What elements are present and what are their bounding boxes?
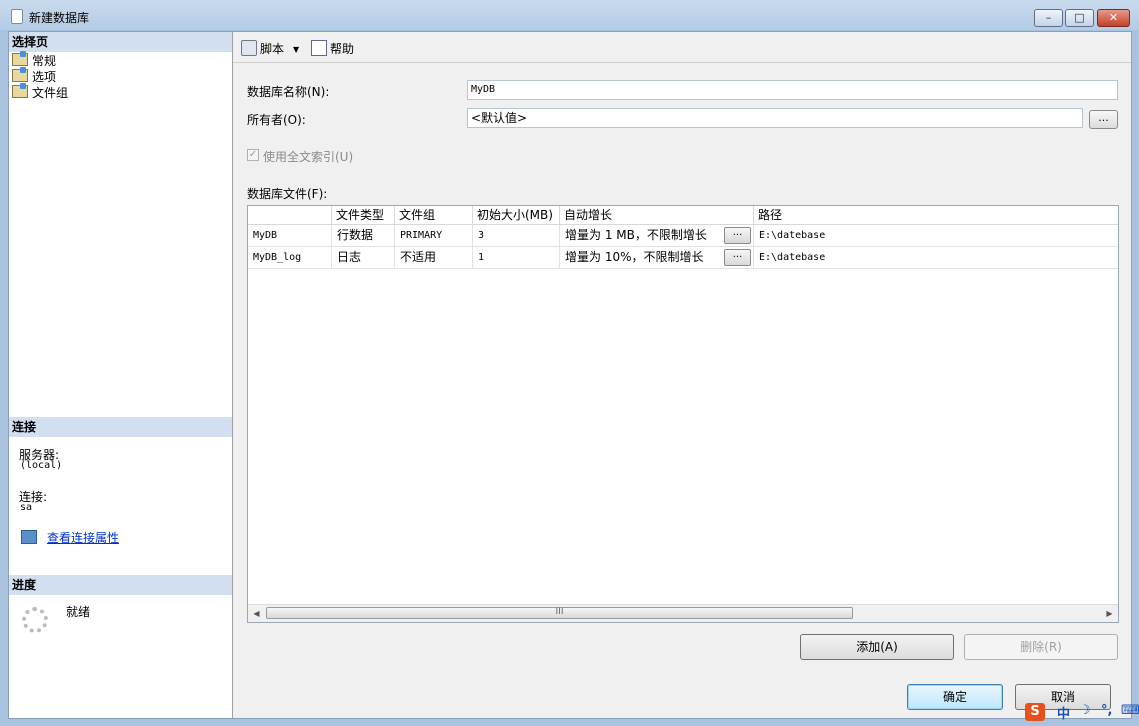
scroll-right-arrow-icon[interactable]: ▶: [1101, 605, 1118, 622]
col-header-path[interactable]: 路径: [754, 206, 1118, 224]
db-files-label: 数据库文件(F):: [247, 187, 328, 201]
scrollbar-thumb[interactable]: III: [266, 607, 853, 619]
connection-properties-icon: [21, 530, 37, 544]
keyboard-icon[interactable]: ⌨: [1121, 703, 1139, 718]
connection-value: sa: [20, 502, 33, 513]
cell-filegroup[interactable]: 不适用: [395, 247, 473, 268]
script-button[interactable]: 脚本 ▼: [241, 40, 299, 57]
script-icon: [241, 40, 257, 56]
cell-size[interactable]: 1: [473, 247, 560, 268]
server-value: (local): [20, 460, 63, 471]
dialog-body: 选择页 常规 选项 文件组 连接 服务器: (local) 连接: sa 查看连…: [8, 31, 1132, 719]
page-icon: [12, 67, 28, 82]
cell-type[interactable]: 行数据: [332, 225, 395, 246]
owner-label: 所有者(O):: [247, 113, 306, 127]
cell-name[interactable]: MyDB_log: [248, 247, 332, 268]
page-item-general[interactable]: 常规: [12, 51, 57, 69]
col-header-type[interactable]: 文件类型: [332, 206, 395, 224]
left-pane: 选择页 常规 选项 文件组 连接 服务器: (local) 连接: sa 查看连…: [9, 32, 233, 718]
select-page-header: 选择页: [9, 32, 232, 52]
add-button[interactable]: 添加(A): [800, 634, 954, 660]
cell-filegroup[interactable]: PRIMARY: [395, 225, 473, 246]
page-item-filegroups[interactable]: 文件组: [12, 83, 69, 101]
db-name-label: 数据库名称(N):: [247, 85, 330, 99]
ok-button[interactable]: 确定: [907, 684, 1003, 710]
punctuation-toggle[interactable]: °,: [1101, 703, 1112, 718]
script-label: 脚本: [260, 42, 285, 56]
progress-spinner-icon: [22, 607, 48, 633]
growth-text: 增量为 1 MB，不限制增长: [565, 228, 707, 242]
help-label: 帮助: [330, 42, 355, 56]
window-title: 新建数据库: [29, 11, 90, 25]
title-bar: 新建数据库 – □ ✕: [0, 0, 1139, 30]
growth-edit-button[interactable]: ...: [724, 227, 751, 244]
fulltext-label: 使用全文索引(U): [263, 150, 354, 164]
growth-edit-button[interactable]: ...: [724, 249, 751, 266]
help-icon: [311, 40, 327, 56]
cell-type[interactable]: 日志: [332, 247, 395, 268]
scroll-left-arrow-icon[interactable]: ◀: [248, 605, 265, 622]
progress-header: 进度: [9, 575, 232, 595]
progress-status: 就绪: [66, 605, 91, 619]
db-name-input[interactable]: MyDB: [467, 80, 1118, 100]
growth-text: 增量为 10%，不限制增长: [565, 250, 704, 264]
minimize-button[interactable]: –: [1034, 9, 1063, 27]
chevron-down-icon[interactable]: ▼: [293, 45, 299, 54]
owner-input[interactable]: <默认值>: [467, 108, 1083, 128]
fulltext-checkbox[interactable]: ✓: [247, 149, 259, 161]
col-header-size[interactable]: 初始大小(MB): [473, 206, 560, 224]
page-icon: [12, 83, 28, 98]
page-item-options[interactable]: 选项: [12, 67, 57, 85]
grid-header: 文件类型 文件组 初始大小(MB) 自动增长 路径: [248, 206, 1118, 225]
sogou-logo-icon[interactable]: S: [1025, 703, 1045, 721]
cell-path[interactable]: E:\datebase: [754, 247, 1118, 268]
view-connection-properties-link[interactable]: 查看连接属性: [47, 529, 119, 546]
cell-size[interactable]: 3: [473, 225, 560, 246]
horizontal-scrollbar[interactable]: ◀ III ▶: [248, 604, 1118, 622]
maximize-button[interactable]: □: [1065, 9, 1094, 27]
page-label: 选项: [32, 70, 57, 84]
cell-path[interactable]: E:\datebase: [754, 225, 1118, 246]
connection-header: 连接: [9, 417, 232, 437]
moon-icon[interactable]: ☽: [1079, 703, 1091, 718]
help-button[interactable]: 帮助: [311, 40, 354, 57]
col-header-name: [248, 206, 332, 224]
toolbar: 脚本 ▼ 帮助: [233, 32, 1131, 63]
page-label: 文件组: [32, 86, 69, 100]
col-header-growth[interactable]: 自动增长: [560, 206, 754, 224]
owner-browse-button[interactable]: ...: [1089, 110, 1118, 129]
cell-name[interactable]: MyDB: [248, 225, 332, 246]
remove-button[interactable]: 删除(R): [964, 634, 1118, 660]
page-icon: [12, 51, 28, 66]
page-label: 常规: [32, 54, 57, 68]
table-row[interactable]: MyDB_log 日志 不适用 1 增量为 10%，不限制增长 ... E:\d…: [248, 247, 1118, 269]
database-icon: [11, 9, 23, 24]
table-row[interactable]: MyDB 行数据 PRIMARY 3 增量为 1 MB，不限制增长 ... E:…: [248, 225, 1118, 247]
ime-language-toggle[interactable]: 中: [1057, 703, 1070, 722]
database-files-grid: 文件类型 文件组 初始大小(MB) 自动增长 路径 MyDB 行数据 PRIMA…: [247, 205, 1119, 623]
col-header-filegroup[interactable]: 文件组: [395, 206, 473, 224]
close-button[interactable]: ✕: [1097, 9, 1130, 27]
